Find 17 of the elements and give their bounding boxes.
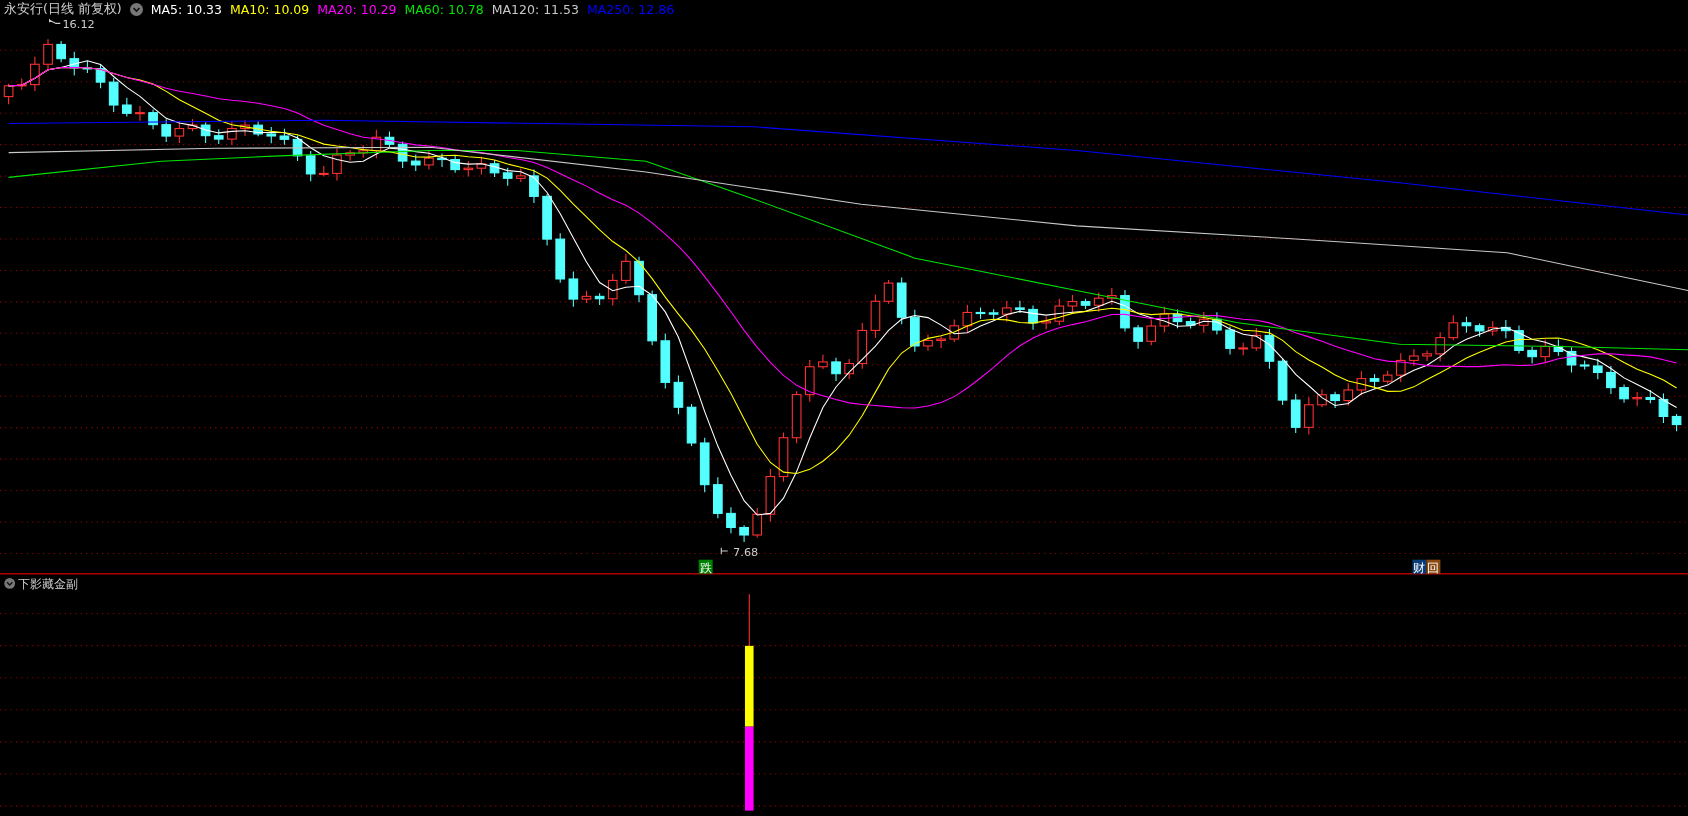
ma-legend-item: MA20: 10.29 — [317, 1, 397, 17]
ma-legend-item: MA10: 10.09 — [230, 1, 310, 17]
price-label: 16.12 — [62, 18, 95, 31]
indicator-title: 下影藏金副 — [18, 576, 79, 591]
ma-legend-item: MA5: 10.33 — [150, 1, 223, 17]
event-marker[interactable]: 跌 — [698, 559, 713, 575]
price-label: 7.68 — [733, 546, 759, 560]
dropdown-icon[interactable] — [4, 578, 16, 589]
dropdown-icon[interactable] — [129, 2, 143, 16]
event-marker[interactable]: 回 — [1426, 559, 1441, 575]
ma-legend-item: MA60: 10.78 — [404, 1, 484, 17]
stock-title: 永安行(日线 前复权) — [4, 0, 122, 18]
event-marker[interactable]: 财 — [1412, 559, 1427, 575]
ma-legend-item: MA250: 12.86 — [586, 1, 675, 17]
leader-line — [720, 547, 729, 555]
leader-line — [49, 18, 61, 24]
ma-legend-item: MA120: 11.53 — [491, 1, 579, 17]
